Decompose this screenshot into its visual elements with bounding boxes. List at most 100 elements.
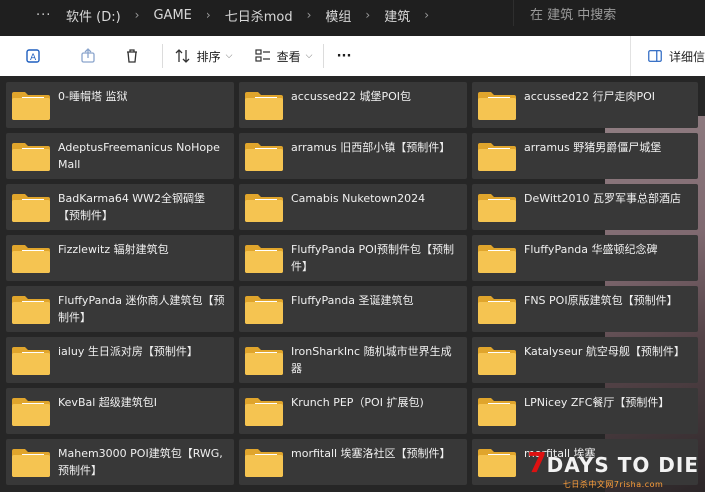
folder-name: morfitall 埃塞 bbox=[524, 447, 596, 460]
folder-name: Fizzlewitz 辐射建筑包 bbox=[58, 243, 169, 256]
folder-name: BadKarma64 WW2全钢碉堡【预制件】 bbox=[58, 192, 206, 222]
folder-item[interactable]: ialuy 生日派对房【预制件】 bbox=[6, 337, 234, 383]
view-button[interactable]: 查看 ⌵ bbox=[243, 36, 323, 76]
folder-icon bbox=[478, 92, 516, 120]
address-bar[interactable]: ··· 软件 (D:) › GAME › 七日杀mod › 模组 › 建筑 › … bbox=[0, 0, 705, 30]
folder-icon bbox=[245, 92, 283, 120]
folder-item[interactable]: FluffyPanda 华盛顿纪念碑 bbox=[472, 235, 698, 281]
delete-button[interactable] bbox=[110, 36, 154, 76]
folder-icon bbox=[245, 398, 283, 426]
sort-label: 排序 bbox=[196, 49, 221, 64]
folder-name: IronSharkInc 随机城市世界生成器 bbox=[291, 345, 452, 375]
folder-grid: 0-睡帽塔 监狱 accussed22 城堡POI包 accussed22 行尸走肉… bbox=[6, 82, 698, 485]
folder-item[interactable]: Katalyseur 航空母舰【预制件】 bbox=[472, 337, 698, 383]
chevron-down-icon: ⌵ bbox=[225, 51, 233, 61]
folder-icon bbox=[478, 398, 516, 426]
details-pane-button[interactable]: 详细信 bbox=[630, 36, 705, 76]
folder-item[interactable]: accussed22 行尸走肉POI bbox=[472, 82, 698, 128]
folder-item[interactable]: Camabis Nuketown2024 bbox=[239, 184, 467, 230]
folder-name: LPNicey ZFC餐厅【预制件】 bbox=[524, 396, 670, 409]
folder-icon bbox=[12, 143, 50, 171]
rename-icon: A bbox=[26, 49, 40, 63]
folder-icon bbox=[12, 194, 50, 222]
folder-icon bbox=[478, 449, 516, 477]
breadcrumb-item-game[interactable]: GAME bbox=[149, 8, 195, 23]
rename-button[interactable]: A bbox=[0, 36, 66, 76]
folder-icon bbox=[12, 245, 50, 273]
folder-item[interactable]: BadKarma64 WW2全钢碉堡【预制件】 bbox=[6, 184, 234, 230]
trash-icon bbox=[127, 49, 137, 63]
folder-item[interactable]: arramus 旧西部小镇【预制件】 bbox=[239, 133, 467, 179]
breadcrumb-item-mods[interactable]: 模组 bbox=[321, 6, 355, 25]
folder-name: KevBal 超级建筑包I bbox=[58, 396, 158, 409]
folder-item[interactable]: IronSharkInc 随机城市世界生成器 bbox=[239, 337, 467, 383]
folder-item[interactable]: arramus 野猪男爵僵尸城堡 bbox=[472, 133, 698, 179]
svg-text:A: A bbox=[30, 53, 37, 63]
breadcrumb-separator[interactable]: › bbox=[125, 8, 150, 22]
breadcrumb-item-7dtd-mod[interactable]: 七日杀mod bbox=[221, 6, 297, 25]
folder-item[interactable]: KevBal 超级建筑包I bbox=[6, 388, 234, 434]
folder-item[interactable]: FNS POI原版建筑包【预制件】 bbox=[472, 286, 698, 332]
folder-name: FNS POI原版建筑包【预制件】 bbox=[524, 294, 678, 307]
folder-icon bbox=[245, 296, 283, 324]
folder-icon bbox=[478, 296, 516, 324]
folder-name: 0-睡帽塔 监狱 bbox=[58, 90, 128, 103]
folder-name: DeWitt2010 瓦罗军事总部酒店 bbox=[524, 192, 682, 205]
search-input[interactable]: 在 建筑 中搜索 bbox=[513, 0, 705, 26]
chevron-down-icon: ⌵ bbox=[305, 51, 313, 61]
breadcrumb-item-buildings[interactable]: 建筑 bbox=[380, 6, 414, 25]
folder-icon bbox=[245, 347, 283, 375]
folder-item[interactable]: accussed22 城堡POI包 bbox=[239, 82, 467, 128]
breadcrumb-overflow-button[interactable]: ··· bbox=[36, 8, 62, 23]
details-pane-icon bbox=[648, 50, 662, 62]
sort-button[interactable]: 排序 ⌵ bbox=[163, 36, 243, 76]
file-explorer-window: ··· 软件 (D:) › GAME › 七日杀mod › 模组 › 建筑 › … bbox=[0, 0, 705, 492]
sort-icon bbox=[175, 49, 190, 63]
folder-icon bbox=[478, 347, 516, 375]
folder-name: arramus 旧西部小镇【预制件】 bbox=[291, 141, 451, 154]
folder-item[interactable]: AdeptusFreemanicus NoHopeMall bbox=[6, 133, 234, 179]
folder-item[interactable]: LPNicey ZFC餐厅【预制件】 bbox=[472, 388, 698, 434]
breadcrumb-separator[interactable]: › bbox=[414, 8, 439, 22]
folder-name: ialuy 生日派对房【预制件】 bbox=[58, 345, 198, 358]
folder-icon bbox=[478, 245, 516, 273]
view-icon bbox=[254, 49, 270, 62]
folder-name: Krunch PEP（POI 扩展包) bbox=[291, 396, 424, 409]
folder-item[interactable]: FluffyPanda POI预制件包【预制件】 bbox=[239, 235, 467, 281]
folder-name: AdeptusFreemanicus NoHopeMall bbox=[58, 141, 220, 171]
folder-icon bbox=[245, 194, 283, 222]
folder-item[interactable]: Krunch PEP（POI 扩展包) bbox=[239, 388, 467, 434]
folder-icon bbox=[245, 245, 283, 273]
folder-name: Mahem3000 POI建筑包【RWG, 预制件】 bbox=[58, 447, 223, 477]
share-button[interactable] bbox=[66, 36, 110, 76]
folder-item[interactable]: FluffyPanda 圣诞建筑包 bbox=[239, 286, 467, 332]
folder-icon bbox=[245, 449, 283, 477]
folder-name: accussed22 城堡POI包 bbox=[291, 90, 412, 103]
more-options-button[interactable]: ··· bbox=[324, 36, 364, 76]
folder-item[interactable]: morfitall 埃塞 bbox=[472, 439, 698, 485]
command-bar: A 排序 ⌵ 查看 ⌵ ··· 详细信 bbox=[0, 36, 705, 76]
view-label: 查看 bbox=[276, 49, 301, 64]
folder-name: FluffyPanda POI预制件包【预制件】 bbox=[291, 243, 455, 273]
folder-item[interactable]: morfitall 埃塞洛社区【预制件】 bbox=[239, 439, 467, 485]
breadcrumb-item-drive[interactable]: 软件 (D:) bbox=[62, 6, 125, 25]
folder-item[interactable]: FluffyPanda 迷你商人建筑包【预制件】 bbox=[6, 286, 234, 332]
folder-name: FluffyPanda 迷你商人建筑包【预制件】 bbox=[58, 294, 225, 324]
folder-name: Camabis Nuketown2024 bbox=[291, 192, 426, 205]
folder-name: Katalyseur 航空母舰【预制件】 bbox=[524, 345, 685, 358]
details-pane-label: 详细信 bbox=[669, 49, 705, 64]
folder-item[interactable]: DeWitt2010 瓦罗军事总部酒店 bbox=[472, 184, 698, 230]
folder-icon bbox=[12, 449, 50, 477]
folder-name: accussed22 行尸走肉POI bbox=[524, 90, 656, 103]
breadcrumb: 软件 (D:) › GAME › 七日杀mod › 模组 › 建筑 › bbox=[62, 0, 439, 30]
folder-name: FluffyPanda 圣诞建筑包 bbox=[291, 294, 414, 307]
folder-item[interactable]: Mahem3000 POI建筑包【RWG, 预制件】 bbox=[6, 439, 234, 485]
breadcrumb-separator[interactable]: › bbox=[355, 8, 380, 22]
folder-icon bbox=[12, 347, 50, 375]
folder-item[interactable]: Fizzlewitz 辐射建筑包 bbox=[6, 235, 234, 281]
folder-icon bbox=[12, 92, 50, 120]
folder-item[interactable]: 0-睡帽塔 监狱 bbox=[6, 82, 234, 128]
breadcrumb-separator[interactable]: › bbox=[297, 8, 322, 22]
breadcrumb-separator[interactable]: › bbox=[196, 8, 221, 22]
folder-icon bbox=[478, 194, 516, 222]
